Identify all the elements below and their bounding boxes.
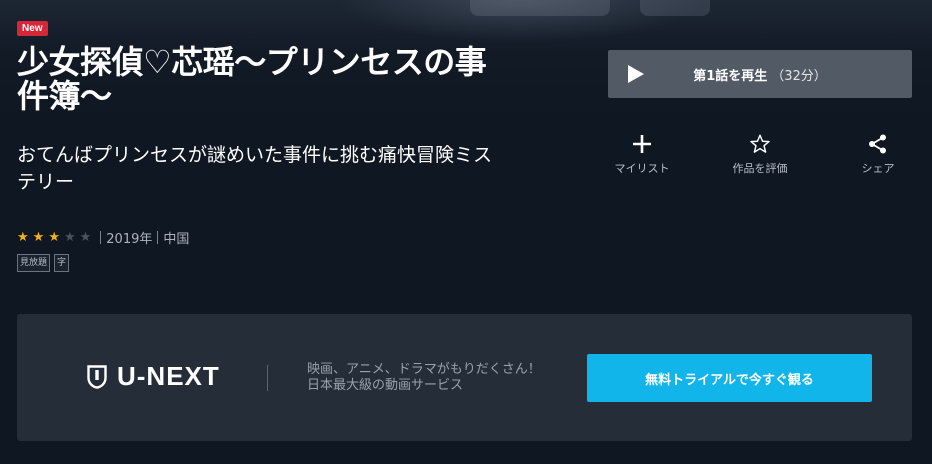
play-episode-button[interactable]: 第1話を再生 （32分） [608, 50, 912, 98]
free-trial-button[interactable]: 無料トライアルで今すぐ観る [587, 354, 872, 402]
play-duration: （32分） [771, 68, 827, 84]
mylist-label: マイリスト [614, 162, 670, 175]
hero-artwork [640, 0, 710, 16]
meta-divider [100, 230, 102, 244]
star-filled-icon: ★ [48, 229, 60, 245]
star-empty-icon: ★ [63, 229, 76, 245]
tagline-line-1: 映画、アニメ、ドラマがもりだくさん！ [307, 362, 541, 377]
play-icon [628, 65, 644, 83]
country: 中国 [163, 231, 190, 247]
meta-divider [157, 230, 159, 244]
catchphrase: おてんばプリンセスが謎めいた事件に挑む痛快冒険ミステリー [17, 144, 493, 193]
tagline-line-2: 日本最大級の動画サービス [307, 378, 464, 393]
plus-icon [592, 130, 692, 158]
star-filled-icon: ★ [32, 229, 45, 245]
play-label: 第1話を再生 [693, 68, 768, 84]
rate-button[interactable]: 作品を評価 [710, 130, 810, 176]
page-title: 少女探偵♡芯瑶〜プリンセスの事件簿〜 [17, 43, 487, 115]
meta-row: ★ ★ ★ ★ ★ 2019年 中国 [17, 227, 189, 247]
promo-banner: U-NEXT 映画、アニメ、ドラマがもりだくさん！ 日本最大級の動画サービス 無… [17, 314, 912, 441]
new-badge: New [17, 21, 48, 36]
tag-list: 見放題 字 [17, 254, 70, 272]
share-label: シェア [861, 162, 895, 175]
mylist-button[interactable]: マイリスト [592, 130, 692, 176]
share-icon [828, 130, 928, 158]
unext-logo: U-NEXT [87, 361, 220, 392]
release-year: 2019年 [106, 231, 153, 247]
tag-subtitles: 字 [54, 254, 70, 272]
banner-tagline: 映画、アニメ、ドラマがもりだくさん！ 日本最大級の動画サービス [307, 362, 567, 394]
star-empty-icon: ★ [79, 229, 92, 245]
banner-divider [267, 365, 268, 391]
rate-label: 作品を評価 [732, 162, 788, 175]
tag-unlimited: 見放題 [17, 254, 51, 272]
hero-artwork [470, 0, 610, 16]
logo-text: U-NEXT [117, 361, 220, 391]
star-filled-icon: ★ [17, 229, 29, 245]
share-button[interactable]: シェア [828, 130, 928, 176]
unext-shield-icon [87, 364, 107, 389]
star-outline-icon [710, 130, 810, 158]
